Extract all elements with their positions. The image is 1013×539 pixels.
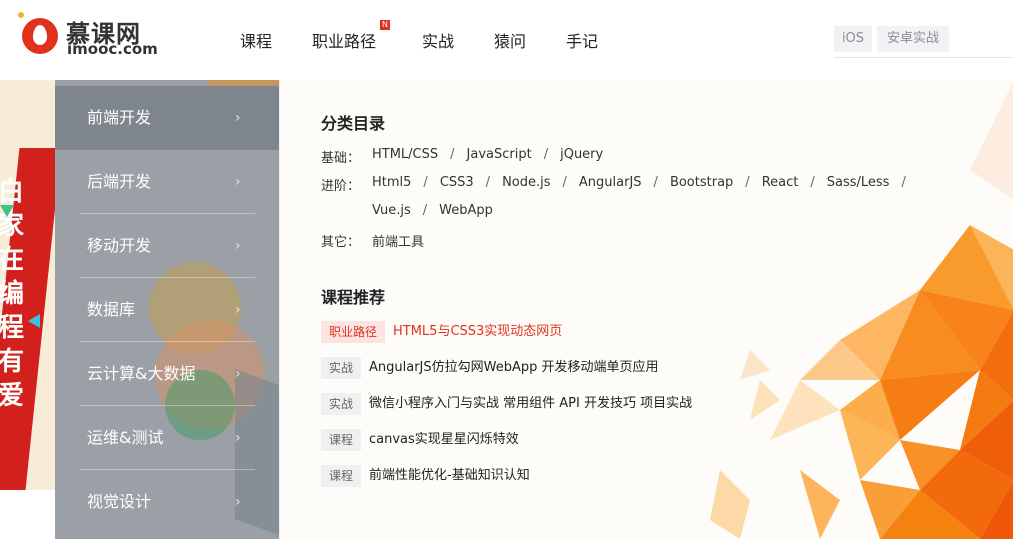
catalog-link[interactable]: CSS3 xyxy=(440,175,474,190)
course-tag: 课程 xyxy=(321,465,362,487)
nav-item-courses[interactable]: 课程 xyxy=(240,28,272,52)
catalog-row-other: 前端工具 xyxy=(372,231,424,250)
category-sidebar: 前端开发 › 后端开发 › 移动开发 › 数据库 › 云计算&大数据 › 运维&… xyxy=(55,80,279,539)
cyan-triangle-icon xyxy=(28,314,40,328)
ios-button[interactable]: iOS xyxy=(834,26,872,52)
green-triangle-icon xyxy=(0,205,14,217)
header-divider xyxy=(834,57,1013,58)
sidebar-item-label: 移动开发 xyxy=(87,236,152,255)
sidebar-item-label: 运维&测试 xyxy=(87,428,164,447)
recommend-item-title[interactable]: 微信小程序入门与实战 常用组件 API 开发技巧 项目实战 xyxy=(369,393,692,415)
recommend-item[interactable]: 课程 前端性能优化-基础知识认知 xyxy=(321,465,721,487)
recommend-item-title[interactable]: 前端性能优化-基础知识认知 xyxy=(369,465,530,487)
logo-english-text: imooc.com xyxy=(67,40,158,58)
recommend-item[interactable]: 课程 canvas实现星星闪烁特效 xyxy=(321,429,721,451)
course-tag: 职业路径 xyxy=(321,321,386,343)
recommend-item[interactable]: 实战 AngularJS仿拉勾网WebApp 开发移动端单页应用 xyxy=(321,357,721,379)
catalog-link[interactable]: WebApp xyxy=(439,203,493,218)
catalog-link[interactable]: JavaScript xyxy=(467,147,532,162)
sidebar-item-label: 云计算&大数据 xyxy=(87,364,196,383)
chevron-right-icon: › xyxy=(235,110,241,126)
catalog-row-advanced: Html5/CSS3/Node.js / AngularJS / Bootstrap / R… xyxy=(372,175,906,190)
nav-item-career-path[interactable]: 职业路径 xyxy=(312,28,376,52)
catalog-link[interactable]: AngularJS xyxy=(579,175,642,190)
sidebar-item-label: 数据库 xyxy=(87,300,136,319)
chevron-right-icon: › xyxy=(235,494,241,510)
catalog-link[interactable]: Node.js xyxy=(502,175,550,190)
nav-item-practice[interactable]: 实战 xyxy=(422,28,454,52)
catalog-link[interactable]: Bootstrap xyxy=(670,175,733,190)
sidebar-item-frontend[interactable]: 前端开发 › xyxy=(55,86,279,150)
catalog-row-label-other: 其它： xyxy=(321,235,361,250)
catalog-link[interactable]: Sass/Less xyxy=(827,175,890,190)
lantern-decoration-icon xyxy=(18,12,24,18)
category-panel: 分类目录 基础： HTML/CSS / JavaScript / jQuery 进阶： … xyxy=(279,80,1013,539)
nav-item-notes[interactable]: 手记 xyxy=(566,28,598,52)
catalog-row-label-advanced: 进阶： xyxy=(321,179,361,194)
course-tag: 实战 xyxy=(321,357,362,379)
header: 慕课网 imooc.com 课程 职业路径 N 实战 猿问 手记 iOS 安卓实… xyxy=(0,0,1013,80)
catalog-link[interactable]: Vue.js xyxy=(372,203,411,218)
recommend-item-title[interactable]: HTML5与CSS3实现动态网页 xyxy=(393,321,562,343)
chevron-right-icon: › xyxy=(235,238,241,254)
sidebar-item-database[interactable]: 数据库 › xyxy=(55,278,279,342)
recommend-item[interactable]: 职业路径 HTML5与CSS3实现动态网页 xyxy=(321,321,721,343)
course-tag: 课程 xyxy=(321,429,362,451)
catalog-title: 分类目录 xyxy=(321,114,386,133)
sidebar-item-mobile[interactable]: 移动开发 › xyxy=(55,214,279,278)
catalog-link[interactable]: HTML/CSS xyxy=(372,147,438,162)
catalog-row-basic: HTML/CSS / JavaScript / jQuery xyxy=(372,147,604,162)
catalog-link[interactable]: jQuery xyxy=(560,147,603,162)
course-tag: 实战 xyxy=(321,393,362,415)
catalog-row-advanced-cont: Vue.js / WebApp xyxy=(372,203,493,218)
new-badge: N xyxy=(380,20,390,30)
sidebar-item-label: 后端开发 xyxy=(87,172,152,191)
sidebar-item-cloud-bigdata[interactable]: 云计算&大数据 › xyxy=(55,342,279,406)
sidebar-item-label: 视觉设计 xyxy=(87,492,152,511)
chevron-right-icon: › xyxy=(235,430,241,446)
recommend-item-title[interactable]: canvas实现星星闪烁特效 xyxy=(369,429,519,451)
catalog-link[interactable]: 前端工具 xyxy=(372,235,424,250)
sidebar-item-ops-testing[interactable]: 运维&测试 › xyxy=(55,406,279,470)
sidebar-item-backend[interactable]: 后端开发 › xyxy=(55,150,279,214)
catalog-link[interactable]: Html5 xyxy=(372,175,411,190)
nav-item-qa[interactable]: 猿问 xyxy=(494,28,526,52)
chevron-right-icon: › xyxy=(235,366,241,382)
chevron-right-icon: › xyxy=(235,174,241,190)
imooc-logo[interactable]: 慕课网 imooc.com xyxy=(18,12,158,64)
catalog-link[interactable]: React xyxy=(762,175,799,190)
catalog-row-label-basic: 基础： xyxy=(321,151,361,166)
android-practice-button[interactable]: 安卓实战 xyxy=(877,26,949,52)
recommend-title: 课程推荐 xyxy=(321,288,386,307)
chevron-right-icon: › xyxy=(235,302,241,318)
recommend-item[interactable]: 实战 微信小程序入门与实战 常用组件 API 开发技巧 项目实战 xyxy=(321,393,741,415)
sidebar-item-label: 前端开发 xyxy=(87,108,152,127)
sidebar-item-visual-design[interactable]: 视觉设计 › xyxy=(55,470,279,534)
recommend-item-title[interactable]: AngularJS仿拉勾网WebApp 开发移动端单页应用 xyxy=(369,357,659,379)
flame-logo-icon xyxy=(22,18,58,54)
